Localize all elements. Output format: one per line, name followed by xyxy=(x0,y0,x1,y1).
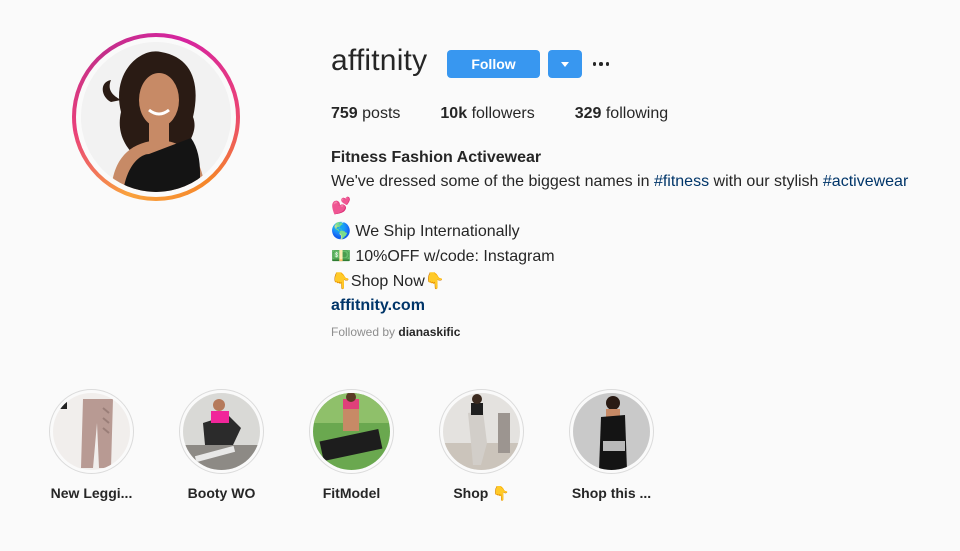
globe-icon: 🌎 xyxy=(331,221,351,240)
shop-now-text: Shop Now xyxy=(350,273,425,290)
highlight-thumbnail xyxy=(443,393,520,470)
dollar-bill-icon: 💵 xyxy=(331,246,351,265)
highlight-thumbnail xyxy=(573,393,650,470)
highlight-thumbnail xyxy=(313,393,390,470)
highlight-shop[interactable]: Shop 👇 xyxy=(438,389,525,502)
highlight-label: New Leggi... xyxy=(50,485,133,501)
bio-name: Fitness Fashion Activewear xyxy=(331,149,542,166)
posts-count: 759 xyxy=(331,105,358,122)
fitmodel-thumbnail xyxy=(313,393,390,470)
bio-text: We've dressed some of the biggest names … xyxy=(331,173,654,190)
profile-stats: 759 posts 10k followers 329 following xyxy=(331,105,708,123)
highlight-thumbnail xyxy=(53,393,130,470)
highlight-ring xyxy=(439,389,524,474)
avatar-frame xyxy=(76,37,236,197)
booty-workout-thumbnail xyxy=(183,393,260,470)
highlight-ring xyxy=(309,389,394,474)
highlight-thumbnail xyxy=(183,393,260,470)
shop-this-thumbnail xyxy=(573,393,650,470)
followed-by-label: Followed by xyxy=(331,325,396,339)
highlight-label: Shop this ... xyxy=(571,485,652,501)
two-hearts-icon: 💕 xyxy=(331,196,351,215)
highlight-booty-wo[interactable]: Booty WO xyxy=(178,389,265,502)
avatar-photo xyxy=(81,42,231,192)
avatar-illustration xyxy=(81,42,231,192)
shop-thumbnail xyxy=(443,393,520,470)
posts-label: posts xyxy=(362,105,401,122)
suggestions-dropdown-button[interactable] xyxy=(548,50,582,78)
bio-line-shop: 👇Shop Now👇 xyxy=(331,269,941,294)
more-icon-dot xyxy=(605,62,610,66)
following-count: 329 xyxy=(574,105,602,122)
highlight-label: FitModel xyxy=(322,485,381,501)
highlight-ring xyxy=(49,389,134,474)
highlight-label: Shop 👇 xyxy=(453,485,510,501)
posts-stat: 759 posts xyxy=(331,105,400,123)
point-down-icon: 👇 xyxy=(331,271,351,290)
point-down-icon: 👇 xyxy=(424,271,445,290)
bio-line-shipping: 🌎 We Ship Internationally xyxy=(331,219,941,244)
followers-stat[interactable]: 10k followers xyxy=(440,105,534,123)
bio-text: with our stylish xyxy=(709,173,823,190)
chevron-down-icon xyxy=(561,61,569,67)
highlight-shop-this[interactable]: Shop this ... xyxy=(568,389,655,502)
following-stat[interactable]: 329 following xyxy=(575,105,668,123)
followers-label: followers xyxy=(471,105,535,122)
profile-page: affitnity Follow 759 posts 10k followers… xyxy=(0,0,960,551)
highlight-ring xyxy=(569,389,654,474)
more-icon-dot xyxy=(599,62,603,66)
highlight-label: Booty WO xyxy=(187,485,256,501)
followers-count: 10k xyxy=(440,105,468,122)
followed-by-user: dianaskific xyxy=(398,325,461,339)
discount-text: 10%OFF w/code: Instagram xyxy=(355,248,555,265)
highlight-fitmodel[interactable]: FitModel xyxy=(308,389,395,502)
following-label: following xyxy=(605,105,669,122)
leggings-thumbnail xyxy=(53,393,130,470)
more-icon xyxy=(592,62,597,66)
highlight-new-leggings[interactable]: New Leggi... xyxy=(48,389,135,502)
follow-button[interactable]: Follow xyxy=(447,50,540,78)
bio-line-description: We've dressed some of the biggest names … xyxy=(331,170,941,194)
profile-avatar[interactable] xyxy=(72,33,240,201)
profile-username: affitnity xyxy=(331,44,428,77)
shipping-text: We Ship Internationally xyxy=(355,223,520,240)
hashtag-fitness-link[interactable]: #fitness xyxy=(654,173,709,190)
website-link[interactable]: affitnity.com xyxy=(331,294,941,318)
bio-line-discount: 💵 10%OFF w/code: Instagram xyxy=(331,244,941,269)
more-options-button[interactable] xyxy=(590,54,612,74)
profile-bio: Fitness Fashion Activewear We've dressed… xyxy=(331,146,941,318)
bio-line-hearts: 💕 xyxy=(331,194,941,219)
highlight-ring xyxy=(179,389,264,474)
followed-by[interactable]: Followed by dianaskific xyxy=(331,325,460,339)
story-highlights: New Leggi... Booty WO FitModel Shop 👇 Sh… xyxy=(48,389,698,502)
hashtag-activewear-link[interactable]: #activewear xyxy=(823,173,908,190)
